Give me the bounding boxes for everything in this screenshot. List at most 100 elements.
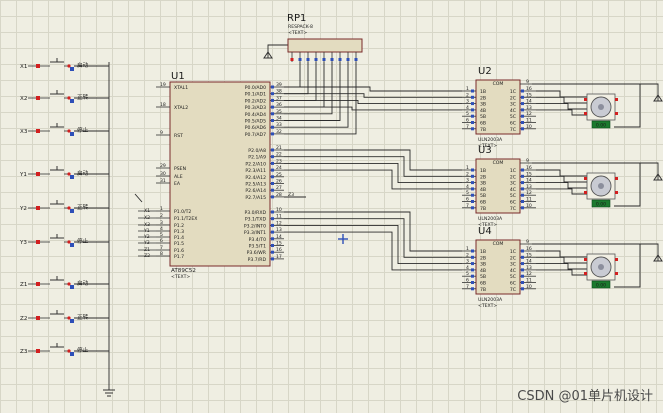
pin-marker xyxy=(521,206,524,210)
u1-pin-name: EA xyxy=(174,181,181,187)
driver-pin-number: 14 xyxy=(526,99,532,105)
signal-wire xyxy=(284,93,462,98)
pin-marker xyxy=(584,191,587,194)
driver-pin-number: 6 xyxy=(466,197,469,203)
u1-pin-name: RST xyxy=(174,133,183,139)
signal-wire xyxy=(284,156,462,177)
button-text: 停止 xyxy=(77,126,89,134)
pin-marker xyxy=(314,58,318,61)
driver-pin-number: 10 xyxy=(526,284,532,290)
driver-com-label: COM xyxy=(493,81,504,87)
driver-com-label: COM xyxy=(493,241,504,247)
pin-marker xyxy=(271,168,274,172)
pin-marker xyxy=(70,67,74,71)
driver-input-name: 2B xyxy=(480,95,486,101)
driver-u2[interactable]: U2ULN2003A<TEXT>COM 911B161C22B152C33B143… xyxy=(462,66,663,149)
pin-marker xyxy=(584,98,587,101)
driver-input-name: 1B xyxy=(480,168,486,174)
com-wire xyxy=(532,83,641,128)
pin-marker xyxy=(36,206,40,210)
driver-output-name: 1C xyxy=(510,89,516,95)
driver-ref: U4 xyxy=(478,226,492,237)
button-text: 启动 xyxy=(77,169,89,177)
push-button[interactable]: X1 启动 xyxy=(20,58,89,71)
pullup-wire xyxy=(284,62,301,88)
driver-ref: U3 xyxy=(478,145,492,156)
driver-subtext: <TEXT> xyxy=(478,303,497,309)
stepper-motor[interactable]: 0.00 xyxy=(584,253,618,289)
motor-wire xyxy=(536,96,588,104)
u1-pin-number: 7 xyxy=(160,245,163,251)
driver-pin-number: 12 xyxy=(526,271,532,277)
push-button[interactable]: Y1 启动 xyxy=(19,166,89,179)
rp1-resistor-pack[interactable]: RP1RESPACK-8<TEXT> xyxy=(263,13,363,62)
push-button[interactable]: Z3 停止 xyxy=(20,343,89,356)
pin-marker xyxy=(471,262,474,266)
pin-marker xyxy=(471,255,474,259)
driver-pin-number: 7 xyxy=(466,203,469,209)
pin-marker xyxy=(615,177,618,180)
u1-pin-number: 23 xyxy=(276,158,282,164)
motor-wire xyxy=(536,109,588,116)
driver-input-name: 3B xyxy=(480,262,486,268)
pin-marker xyxy=(471,274,474,278)
pin-marker xyxy=(471,127,474,131)
pin-marker xyxy=(36,64,40,68)
pin-marker xyxy=(471,249,474,253)
driver-input-name: 7B xyxy=(480,127,486,133)
push-button[interactable]: Z1 启动 xyxy=(20,276,89,289)
u1-pin-name: P1.1/T2EX xyxy=(174,216,197,222)
button-text: 正转 xyxy=(77,203,89,211)
pin-marker xyxy=(271,237,274,241)
motor-wire xyxy=(536,188,588,195)
u1-p2-pin-name: P2.2/A10 xyxy=(245,161,266,167)
u1-p3-pin-name: P3.3/INT1 xyxy=(244,230,266,236)
pin-marker xyxy=(471,200,474,203)
button-text: 停止 xyxy=(77,346,89,354)
driver-output-name: 4C xyxy=(510,268,516,274)
pin-marker xyxy=(521,249,524,253)
push-button[interactable]: X3 停止 xyxy=(20,123,89,136)
pin-marker xyxy=(521,181,524,185)
u1-pin-number: 16 xyxy=(276,247,282,253)
u1-pin-number: 35 xyxy=(276,109,282,115)
u1-pin-number: 22 xyxy=(276,152,282,158)
u1-subtext: <TEXT> xyxy=(171,274,190,280)
driver-pin-number: 12 xyxy=(526,190,532,196)
driver-pin-number: 16 xyxy=(526,246,532,252)
pin-marker xyxy=(330,58,334,61)
stepper-motor[interactable]: 0.00 xyxy=(584,172,618,208)
pin-marker xyxy=(70,352,74,356)
pin-marker xyxy=(521,200,524,203)
pin-marker xyxy=(70,132,74,136)
u1-pin-number: 28 xyxy=(276,192,282,198)
driver-input-name: 2B xyxy=(480,174,486,180)
driver-u4[interactable]: U4ULN2003A<TEXT>COM 911B161C22B152C33B143… xyxy=(462,226,663,309)
push-button[interactable]: Y3 停止 xyxy=(19,234,89,247)
pin-marker xyxy=(521,168,524,172)
push-button[interactable]: Z2 正转 xyxy=(20,310,89,323)
pin-marker xyxy=(271,148,274,152)
button-net-label: Z1 xyxy=(20,282,28,288)
pin-marker xyxy=(36,282,40,286)
pin-marker xyxy=(471,268,474,272)
u1-microcontroller[interactable]: U1AT89C52<TEXT>19XTAL118XTAL29RST29PSEN3… xyxy=(138,71,294,280)
push-button[interactable]: Y2 正转 xyxy=(19,200,89,213)
stepper-motor[interactable]: 0.00 xyxy=(584,93,618,129)
pin-marker xyxy=(271,132,274,136)
driver-pin-number: 11 xyxy=(526,118,532,124)
push-button[interactable]: X2 正转 xyxy=(20,90,89,103)
pin-marker xyxy=(271,175,274,179)
pin-marker xyxy=(471,287,474,291)
driver-input-name: 4B xyxy=(480,268,486,274)
button-text: 启动 xyxy=(77,279,89,287)
pin-marker xyxy=(271,155,274,159)
u1-p2-pin-name: P2.1/A9 xyxy=(248,155,266,161)
button-text: 正转 xyxy=(77,93,89,101)
pin-marker xyxy=(271,119,274,122)
driver-u3[interactable]: U3ULN2003A<TEXT>COM 911B161C22B152C33B143… xyxy=(462,145,663,228)
pin-marker xyxy=(471,114,474,118)
driver-input-name: 7B xyxy=(480,287,486,293)
u1-pin-number: 9 xyxy=(160,130,163,136)
pin-marker xyxy=(471,174,474,178)
